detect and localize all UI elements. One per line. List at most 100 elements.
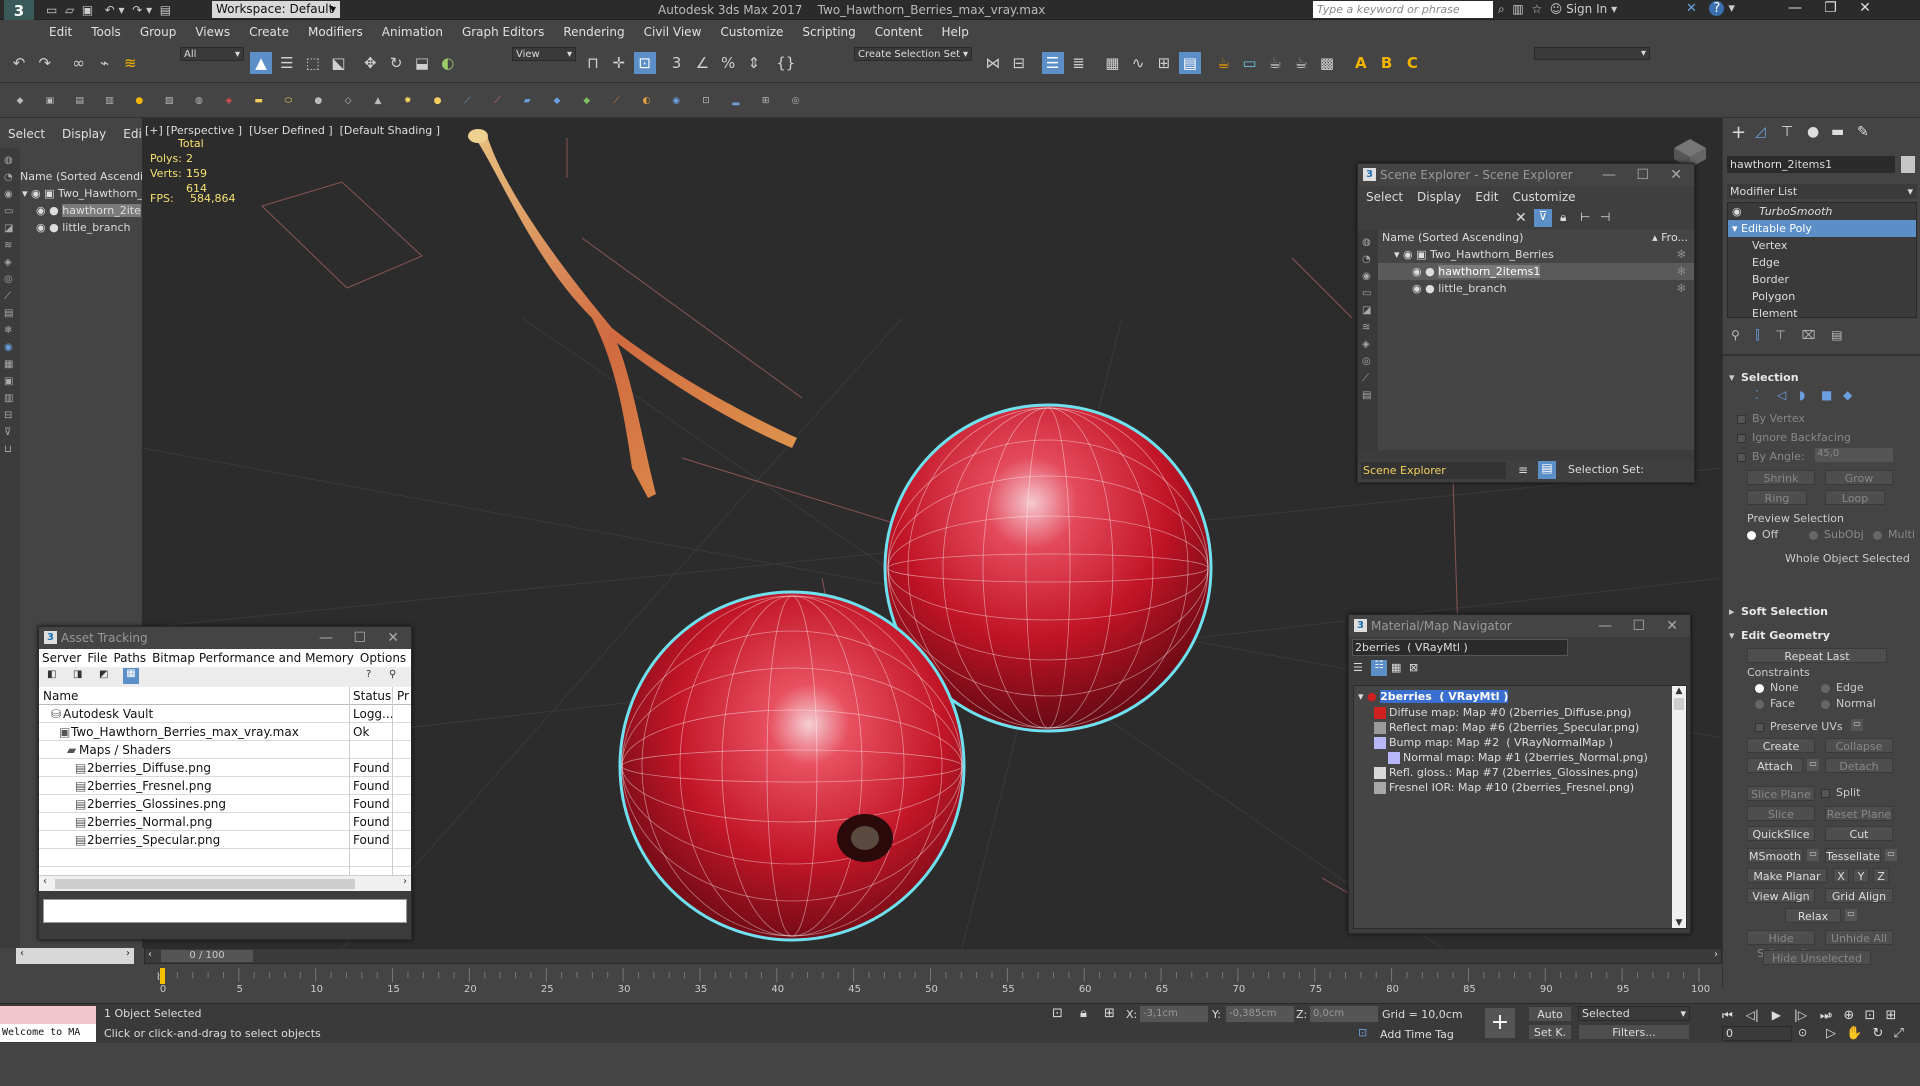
reset-plane-button[interactable]: Reset Plane: [1825, 806, 1893, 821]
list-view-icon[interactable]: ☰: [1353, 661, 1363, 674]
table-row[interactable]: ▤ 2berries_Specular.png Found: [39, 831, 411, 849]
save-file-icon[interactable]: ▣: [82, 3, 93, 17]
visibility-icon[interactable]: ◉: [36, 221, 46, 234]
key-mode-icon[interactable]: ⊙: [1798, 1026, 1807, 1039]
find-icon[interactable]: ⊔: [4, 441, 16, 458]
visibility-icon[interactable]: ◉: [1403, 248, 1416, 261]
modify-tab-icon[interactable]: ◿: [1755, 124, 1766, 140]
tool-icon[interactable]: ●: [430, 93, 446, 109]
help-icon[interactable]: ?: [1709, 1, 1725, 16]
modifier-list-dropdown[interactable]: Modifier List ▾: [1727, 184, 1917, 199]
table-row[interactable]: ▰ Maps / Shaders: [39, 741, 411, 759]
star-icon[interactable]: ☆: [1531, 2, 1542, 16]
material-map-item[interactable]: Refl. gloss.: Map #7 (2berries_Glossines…: [1354, 765, 1686, 780]
grid-view-icon[interactable]: ▦: [123, 668, 139, 684]
y-coord-field[interactable]: -0,385cm: [1226, 1006, 1294, 1022]
scale-icon[interactable]: ⬓: [411, 52, 433, 74]
attach-button[interactable]: Attach: [1747, 758, 1803, 773]
material-map-item[interactable]: Reflect map: Map #6 (2berries_Specular.p…: [1354, 720, 1686, 735]
filter-hidden-icon[interactable]: ◉: [4, 339, 16, 356]
curve-editor-icon[interactable]: ∿: [1127, 52, 1149, 74]
tool-icon[interactable]: ◐: [638, 93, 654, 109]
filter-cameras-icon[interactable]: ▭: [4, 203, 16, 220]
menu-animation[interactable]: Animation: [382, 25, 443, 39]
table-row[interactable]: ⛁ Autodesk Vault Logg...: [39, 705, 411, 723]
keyboard-shortcut-icon[interactable]: ⊡: [633, 52, 656, 74]
set-key-button[interactable]: Set K.: [1528, 1024, 1572, 1040]
se-menu-display[interactable]: Display: [1417, 190, 1461, 204]
filter-shapes-icon[interactable]: ◔: [1362, 251, 1374, 268]
bind-spacewarp-icon[interactable]: ≋: [119, 52, 141, 74]
tool-icon[interactable]: ▥: [101, 93, 117, 109]
se-menu-customize[interactable]: Customize: [1513, 190, 1576, 204]
stack-subitem-element[interactable]: Element: [1728, 305, 1916, 322]
horizontal-scrollbar[interactable]: ‹ ›: [39, 875, 411, 891]
freeze-icon[interactable]: ✻: [1677, 263, 1686, 280]
tool-icon[interactable]: ⟋: [489, 93, 505, 109]
filter-helpers-icon[interactable]: ◪: [1362, 302, 1374, 319]
vray-c-icon[interactable]: C: [1401, 52, 1423, 74]
filter-frozen-icon[interactable]: ❄: [4, 322, 16, 339]
checkin-icon[interactable]: ◩: [99, 669, 108, 680]
motion-tab-icon[interactable]: ●: [1807, 124, 1819, 140]
undo-icon[interactable]: ↶: [8, 52, 30, 74]
menu-modifiers[interactable]: Modifiers: [308, 25, 363, 39]
move-icon[interactable]: ✥: [359, 52, 381, 74]
se-menu-select[interactable]: Select: [1366, 190, 1403, 204]
time-slider[interactable]: ‹ 0 / 100 ›: [144, 948, 1722, 964]
ignore-backfacing-checkbox[interactable]: Ignore Backfacing: [1737, 431, 1851, 444]
open-file-icon[interactable]: ▱: [65, 3, 74, 17]
filter-spacewarps-icon[interactable]: ≋: [4, 237, 16, 254]
material-map-item[interactable]: Normal map: Map #1 (2berries_Normal.png): [1354, 750, 1686, 765]
border-mode-icon[interactable]: ◗: [1799, 388, 1805, 402]
selection-rollout-header[interactable]: Selection: [1723, 368, 1920, 388]
vertex-mode-icon[interactable]: ⁚: [1755, 388, 1759, 402]
prev-frame-icon[interactable]: ‹: [148, 949, 152, 960]
filter-xrefs-icon[interactable]: ◎: [1362, 353, 1374, 370]
pan-icon[interactable]: ✋: [1846, 1026, 1862, 1041]
window-crossing-icon[interactable]: ⬕: [327, 52, 349, 74]
app-logo-icon[interactable]: 3: [4, 0, 34, 22]
unlink-icon[interactable]: ⌁: [93, 52, 115, 74]
by-vertex-checkbox[interactable]: By Vertex: [1737, 412, 1805, 425]
filter-geometry-icon[interactable]: ◍: [1362, 234, 1374, 251]
table-row[interactable]: ▤ 2berries_Diffuse.png Found: [39, 759, 411, 777]
left-tree-header[interactable]: Name (Sorted Ascending): [20, 170, 142, 183]
hierarchy-tab-icon[interactable]: ⊤: [1781, 124, 1793, 140]
constraint-none-radio[interactable]: None: [1755, 681, 1799, 694]
menu-edit[interactable]: Edit: [49, 25, 72, 39]
filter-spacewarps-icon[interactable]: ≋: [1362, 319, 1374, 336]
tool-icon[interactable]: ◉: [668, 93, 684, 109]
create-selection-set-dropdown[interactable]: Create Selection Set ▾: [854, 47, 972, 61]
binoculars-icon[interactable]: ⌕: [1498, 2, 1505, 16]
show-end-result-icon[interactable]: ⫿: [1756, 328, 1760, 342]
view-align-button[interactable]: View Align: [1747, 888, 1815, 903]
left-menu-display[interactable]: Display: [62, 127, 106, 141]
asset-menu-options[interactable]: Options: [360, 651, 406, 665]
slice-plane-button[interactable]: Slice Plane: [1747, 786, 1815, 801]
collapse-button[interactable]: Collapse: [1825, 738, 1893, 753]
refresh-icon[interactable]: ◧: [47, 669, 56, 680]
x-coord-field[interactable]: -3,1cm: [1140, 1006, 1208, 1022]
maximize-icon[interactable]: ☐: [1632, 615, 1645, 637]
ring-button[interactable]: Ring: [1747, 490, 1807, 505]
select-object-icon[interactable]: ▲: [250, 52, 272, 74]
polygon-mode-icon[interactable]: ■: [1821, 388, 1832, 402]
maximize-viewport-icon[interactable]: ⤢: [1894, 1026, 1904, 1041]
layers-icon[interactable]: ≡: [1518, 463, 1528, 477]
prev-key-icon[interactable]: ◁|: [1746, 1008, 1759, 1022]
menu-help[interactable]: Help: [942, 25, 969, 39]
maximize-icon[interactable]: ☐: [1636, 164, 1649, 186]
tool-icon[interactable]: ▲: [370, 93, 386, 109]
angle-snap-icon[interactable]: ∠: [691, 52, 713, 74]
msmooth-settings-icon[interactable]: ▭: [1807, 849, 1819, 861]
display-children-icon[interactable]: ⊟: [4, 407, 16, 424]
tree-item[interactable]: ◉ ● little_branch ✻: [1378, 280, 1694, 297]
display-all-icon[interactable]: ▦: [4, 356, 16, 373]
filter-cameras-icon[interactable]: ▭: [1362, 285, 1374, 302]
stack-subitem-polygon[interactable]: Polygon: [1728, 288, 1916, 305]
key-mode-dropdown[interactable]: Selected ▾: [1578, 1006, 1690, 1021]
sign-in-link[interactable]: Sign In: [1566, 2, 1607, 16]
invert-display-icon[interactable]: ▥: [4, 390, 16, 407]
tool-icon[interactable]: ⬭: [280, 93, 296, 109]
